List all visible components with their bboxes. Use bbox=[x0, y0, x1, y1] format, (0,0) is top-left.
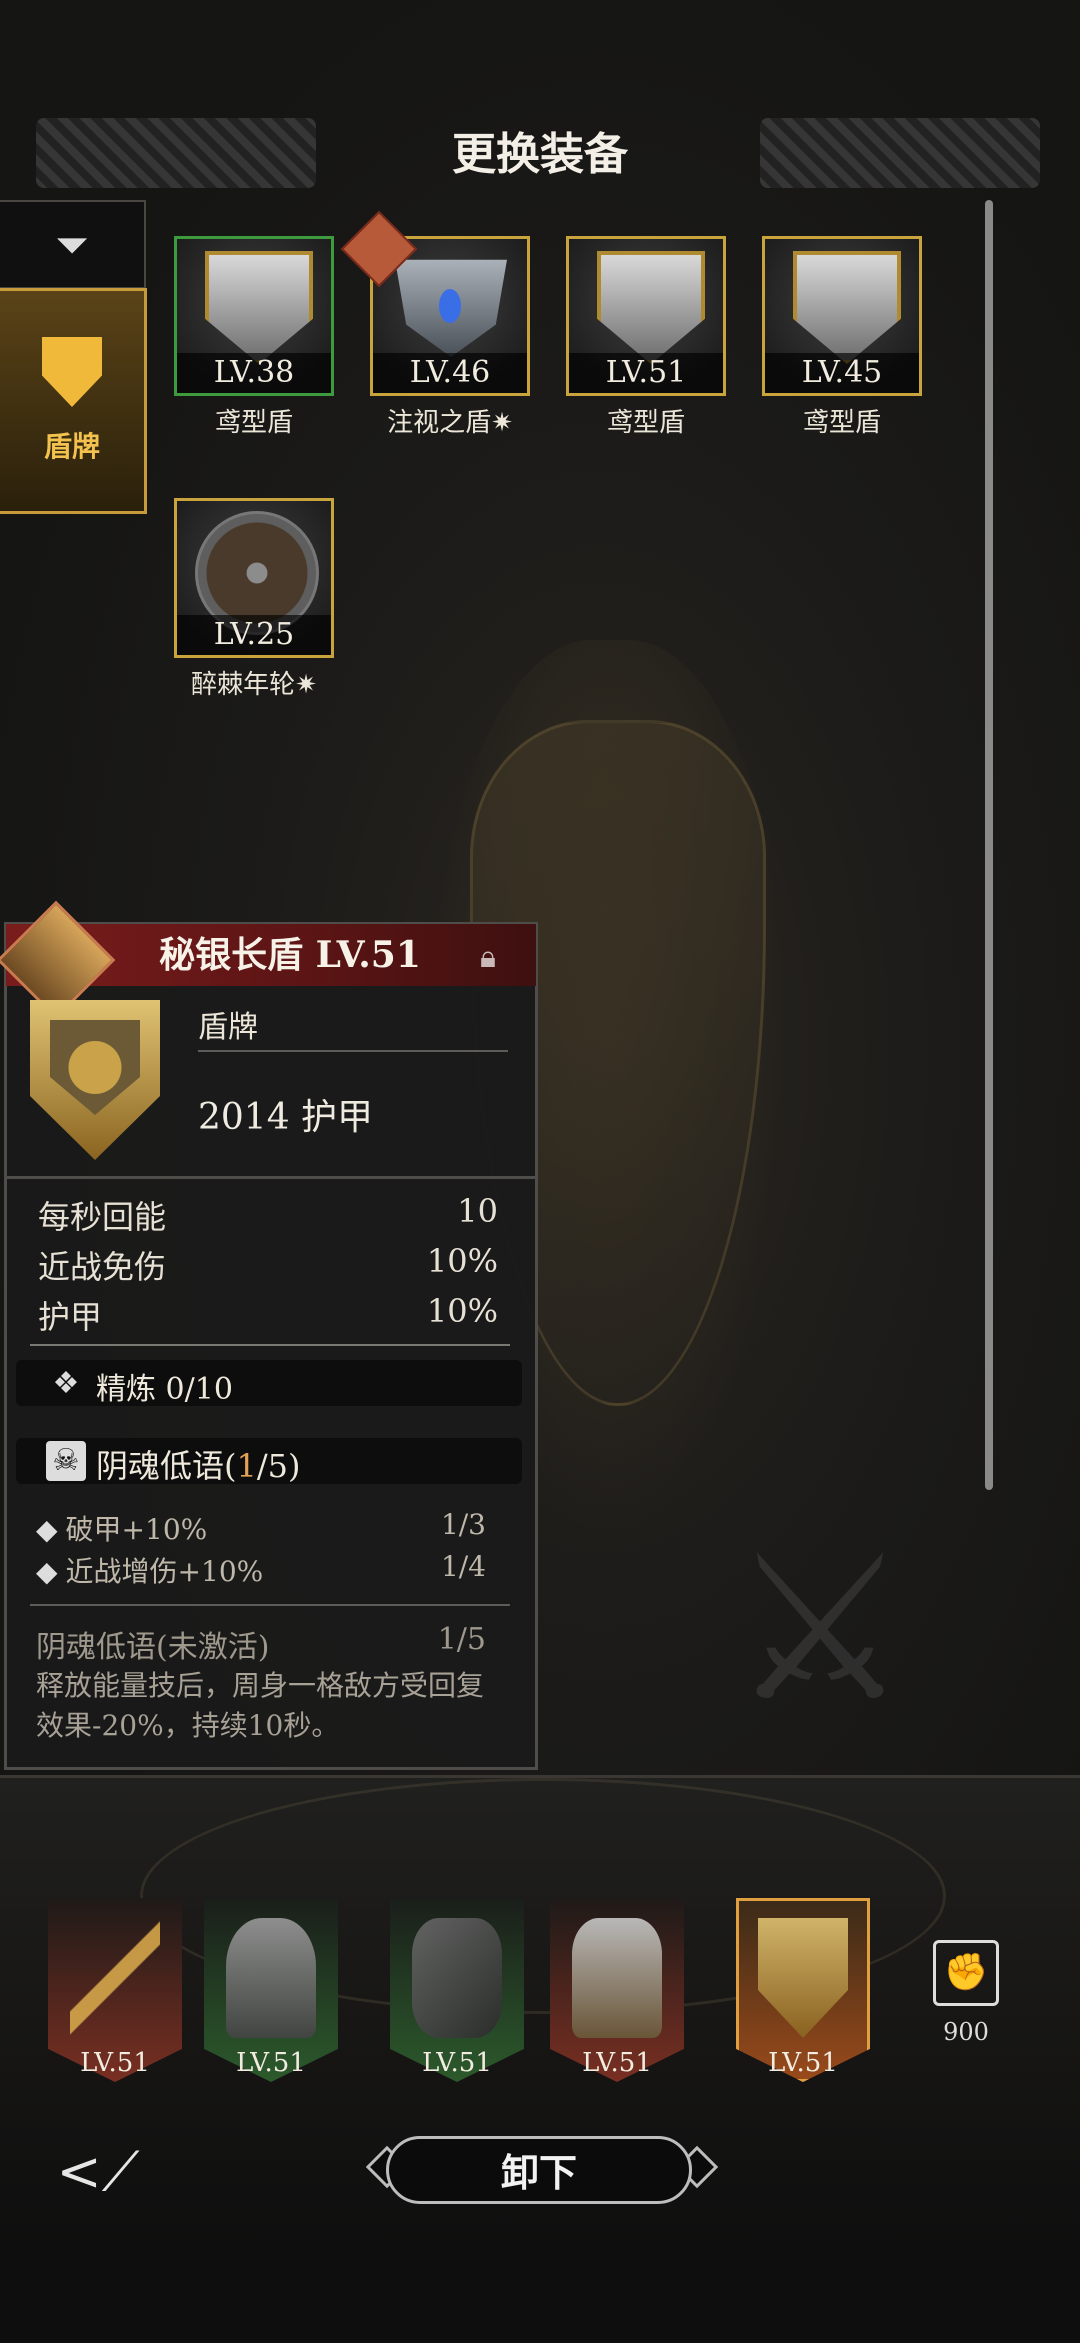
scrollbar[interactable] bbox=[985, 200, 993, 1490]
item-name: 鸢型盾 bbox=[802, 408, 881, 438]
item-level: LV.46 bbox=[373, 353, 527, 393]
back-button[interactable]: <⟋ bbox=[52, 2142, 144, 2202]
item-name: 醉棘年轮✷ bbox=[191, 670, 317, 700]
set-effect-row: 阴魂低语(未激活) 1/5 bbox=[36, 1622, 486, 1666]
back-arrow-icon: <⟋ bbox=[56, 2140, 140, 2203]
bullet-icon: ◆ bbox=[36, 1513, 58, 1546]
set-effect-description: 释放能量技后，周身一格敌方受回复效果-20%，持续10秒。 bbox=[36, 1669, 485, 1742]
stat-row: 每秒回能 10 bbox=[38, 1192, 498, 1238]
detail-category: 盾牌 bbox=[198, 1010, 258, 1045]
equip-slot-armor[interactable]: LV.51 bbox=[550, 1898, 690, 2088]
stat-row: 护甲 10% bbox=[38, 1292, 498, 1338]
item-level: LV.45 bbox=[765, 353, 919, 393]
set-bonus-row: ◆ 近战增伤+10% 1/4 bbox=[36, 1550, 486, 1590]
stat-value: 10% bbox=[426, 1292, 498, 1330]
item-level: LV.25 bbox=[177, 615, 331, 655]
unequip-button[interactable]: 卸下 bbox=[386, 2136, 692, 2204]
kite-shield-icon bbox=[205, 251, 313, 364]
inventory-item[interactable]: LV.38 鸢型盾 bbox=[174, 236, 334, 438]
refine-section[interactable] bbox=[16, 1360, 522, 1406]
item-name: 鸢型盾 bbox=[606, 408, 685, 438]
inventory-item[interactable]: LV.25 醉棘年轮✷ bbox=[174, 498, 334, 700]
divider bbox=[4, 1176, 538, 1179]
filter-icon: ⏷ bbox=[55, 219, 89, 269]
slot-level: LV.51 bbox=[768, 2048, 838, 2078]
equip-slot-weapon[interactable]: LV.51 bbox=[48, 1898, 188, 2088]
celtic-knot-decoration-right bbox=[760, 118, 1040, 188]
item-name: 鸢型盾 bbox=[214, 408, 293, 438]
stat-label: 近战免伤 bbox=[38, 1248, 167, 1286]
power-value: 900 bbox=[943, 2018, 989, 2046]
eye-shield-icon bbox=[395, 259, 507, 357]
bullet-icon: ◆ bbox=[36, 1555, 58, 1588]
stat-value: 10 bbox=[457, 1192, 498, 1230]
divider bbox=[30, 1344, 510, 1346]
set-bonus-progress: 1/4 bbox=[440, 1550, 486, 1583]
detail-armor: 2014 护甲 bbox=[198, 1097, 374, 1138]
set-bonus-label: 近战增伤+10% bbox=[65, 1555, 264, 1588]
filter-button[interactable]: ⏷ bbox=[0, 200, 146, 289]
lock-icon[interactable]: 🔒︎ bbox=[470, 940, 506, 976]
stat-label: 每秒回能 bbox=[38, 1198, 167, 1236]
item-level: LV.38 bbox=[177, 353, 331, 393]
inventory-item[interactable]: LV.46 注视之盾✷ bbox=[340, 210, 530, 438]
equip-slot-gloves[interactable]: LV.51 bbox=[204, 1898, 344, 2088]
kite-shield-icon bbox=[793, 251, 901, 364]
slot-level: LV.51 bbox=[236, 2048, 306, 2078]
stat-row: 近战免伤 10% bbox=[38, 1242, 498, 1288]
detail-title: 秘银长盾 LV.51 bbox=[159, 934, 421, 976]
gauntlet-icon bbox=[226, 1918, 316, 2038]
celtic-knot-decoration-left bbox=[36, 118, 316, 188]
tab-shield[interactable]: 盾牌 bbox=[0, 288, 147, 514]
equip-slot-shield[interactable]: LV.51 bbox=[736, 1898, 876, 2088]
fist-icon: ✊ bbox=[933, 1940, 999, 2006]
item-name: 注视之盾✷ bbox=[387, 408, 513, 438]
equip-slot-bracer[interactable]: LV.51 bbox=[390, 1898, 530, 2088]
power-stat[interactable]: ✊ 900 bbox=[898, 1940, 1034, 2080]
set-name-prefix: 阴魂低语( bbox=[96, 1447, 237, 1485]
armor-icon bbox=[572, 1918, 662, 2038]
refine-gems-icon: ❖ bbox=[52, 1366, 80, 1401]
set-total: /5) bbox=[256, 1447, 301, 1485]
bracer-icon bbox=[412, 1918, 502, 2038]
set-bonus-progress: 1/3 bbox=[440, 1508, 486, 1541]
slot-level: LV.51 bbox=[582, 2048, 652, 2078]
ghost-set-icon: ☠ bbox=[46, 1441, 86, 1481]
sword-icon bbox=[70, 1918, 160, 2038]
set-name: 阴魂低语(1/5) bbox=[96, 1441, 300, 1487]
shield-category-icon bbox=[42, 337, 102, 407]
page-title: 更换装备 bbox=[452, 129, 628, 180]
set-count: 1 bbox=[236, 1447, 257, 1485]
set-bonus-label: 破甲+10% bbox=[65, 1513, 208, 1546]
slot-level: LV.51 bbox=[422, 2048, 492, 2078]
inventory-item[interactable]: LV.51 鸢型盾 bbox=[566, 236, 726, 438]
tab-shield-label: 盾牌 bbox=[43, 430, 100, 463]
item-level: LV.51 bbox=[569, 353, 723, 393]
knight-helmet-emblem: ⚔ bbox=[730, 1513, 910, 1746]
stat-value: 10% bbox=[426, 1242, 498, 1280]
inventory-item[interactable]: LV.45 鸢型盾 bbox=[762, 236, 922, 438]
stat-label: 护甲 bbox=[38, 1298, 103, 1336]
set-effect-label: 阴魂低语(未激活) bbox=[36, 1630, 270, 1665]
slot-level: LV.51 bbox=[80, 2048, 150, 2078]
kite-shield-icon bbox=[597, 251, 705, 364]
divider bbox=[198, 1050, 508, 1052]
set-bonus-row: ◆ 破甲+10% 1/3 bbox=[36, 1508, 486, 1548]
set-effect-progress: 1/5 bbox=[437, 1622, 486, 1657]
divider bbox=[30, 1604, 510, 1606]
refine-label: 精炼 0/10 bbox=[96, 1372, 233, 1407]
